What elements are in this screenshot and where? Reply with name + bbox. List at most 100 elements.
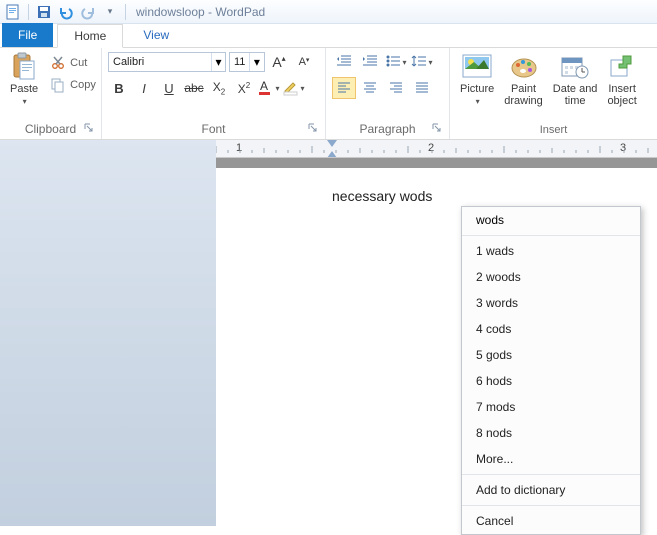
strikethrough-button[interactable]: abc (183, 77, 205, 99)
cut-label: Cut (70, 57, 87, 69)
align-left-icon (337, 81, 351, 96)
superscript-button[interactable]: X2 (233, 77, 255, 99)
outdent-icon (336, 54, 352, 71)
spellcheck-context-menu: wods 1 wads2 woods3 words4 cods5 gods6 h… (461, 206, 641, 535)
decrease-indent-button[interactable] (332, 51, 356, 73)
underline-icon: U (164, 81, 173, 96)
justify-icon (415, 81, 429, 96)
font-size-combo[interactable]: 11 ▾ (229, 52, 265, 72)
shrink-font-icon: A▾ (299, 56, 310, 68)
ctx-suggestion[interactable]: 4 cods (462, 316, 640, 342)
group-paragraph: ▾ ▾ Paragraph (326, 48, 450, 139)
ribbon-tabstrip: File Home View (0, 24, 657, 48)
workspace: 1 2 3 necessary wods wods 1 wads2 woods3… (0, 140, 657, 526)
palette-icon (510, 53, 538, 81)
grow-font-icon: A▴ (272, 54, 285, 70)
align-right-icon (389, 81, 403, 96)
align-right-button[interactable] (384, 77, 408, 99)
redo-icon[interactable] (79, 3, 97, 21)
justify-button[interactable] (410, 77, 434, 99)
tab-home[interactable]: Home (57, 24, 123, 48)
title-bar: ▾ windowsloop - WordPad (0, 0, 657, 24)
highlight-button[interactable]: ▾ (283, 77, 305, 99)
document-text[interactable]: necessary wods (332, 188, 432, 204)
insert-object-button[interactable]: Insert object (603, 51, 640, 109)
strikethrough-icon: abc (184, 81, 203, 95)
tab-view-label: View (143, 28, 169, 42)
ctx-separator (462, 235, 640, 236)
ctx-suggestion[interactable]: 6 hods (462, 368, 640, 394)
group-font-label: Font (108, 120, 319, 139)
ctx-more[interactable]: More... (462, 446, 640, 472)
ctx-separator (462, 474, 640, 475)
italic-icon: I (142, 81, 146, 96)
group-insert-label: Insert (456, 122, 651, 139)
bold-icon: B (114, 81, 123, 96)
chevron-down-icon: ▾ (211, 53, 225, 71)
grow-font-button[interactable]: A▴ (268, 51, 290, 73)
underline-button[interactable]: U (158, 77, 180, 99)
ribbon: Paste ▾ Cut Copy Clipboard Cal (0, 48, 657, 140)
save-icon[interactable] (35, 3, 53, 21)
superscript-icon: X2 (238, 81, 250, 96)
ctx-suggestion[interactable]: 8 nods (462, 420, 640, 446)
ctx-suggestion[interactable]: 2 woods (462, 264, 640, 290)
insert-picture-button[interactable]: Picture ▾ (456, 51, 498, 108)
line-spacing-button[interactable]: ▾ (410, 51, 434, 73)
paste-button[interactable]: Paste ▾ (6, 51, 42, 108)
indent-icon (362, 54, 378, 71)
picture-chevron-icon: ▾ (476, 97, 480, 106)
bullets-icon (385, 54, 401, 71)
group-paragraph-label: Paragraph (332, 120, 443, 139)
paragraph-launcher-icon[interactable] (431, 122, 443, 134)
ctx-suggestion[interactable]: 5 gods (462, 342, 640, 368)
group-insert: Picture ▾ Paint drawing Date and time In… (450, 48, 657, 139)
chevron-down-icon: ▾ (249, 53, 263, 71)
tab-view[interactable]: View (127, 23, 185, 47)
tab-home-label: Home (74, 29, 106, 43)
italic-button[interactable]: I (133, 77, 155, 99)
font-name-combo[interactable]: Calibri ▾ (108, 52, 226, 72)
clipboard-launcher-icon[interactable] (83, 122, 95, 134)
group-font: Calibri ▾ 11 ▾ A▴ A▾ B I U abc (102, 48, 326, 139)
insert-paint-drawing-button[interactable]: Paint drawing (500, 51, 547, 109)
picture-icon (463, 53, 491, 81)
bullets-button[interactable]: ▾ (384, 51, 408, 73)
bold-button[interactable]: B (108, 77, 130, 99)
ctx-add-to-dictionary[interactable]: Add to dictionary (462, 477, 640, 503)
qat-customize-chevron-icon[interactable]: ▾ (101, 3, 119, 21)
ruler[interactable]: 1 2 3 (216, 140, 657, 158)
shrink-font-button[interactable]: A▾ (293, 51, 315, 73)
highlight-icon (283, 79, 299, 98)
subscript-button[interactable]: X2 (208, 77, 230, 99)
ctx-cancel[interactable]: Cancel (462, 508, 640, 534)
font-color-button[interactable]: A▾ (258, 77, 280, 99)
font-launcher-icon[interactable] (307, 122, 319, 134)
paste-dropdown-icon: ▾ (23, 97, 27, 106)
ctx-suggestion[interactable]: 7 mods (462, 394, 640, 420)
line-spacing-icon (411, 54, 427, 71)
picture-label: Picture (460, 83, 494, 95)
align-left-button[interactable] (332, 77, 356, 99)
quick-access-toolbar: ▾ (4, 3, 128, 21)
window-title: windowsloop - WordPad (136, 5, 265, 19)
scissors-icon (50, 55, 66, 71)
ctx-separator (462, 505, 640, 506)
increase-indent-button[interactable] (358, 51, 382, 73)
undo-icon[interactable] (57, 3, 75, 21)
insert-date-time-button[interactable]: Date and time (549, 51, 602, 109)
date-time-label: Date and time (553, 83, 598, 107)
copy-label: Copy (70, 79, 96, 91)
insert-object-icon (608, 53, 636, 81)
ctx-suggestion[interactable]: 1 wads (462, 238, 640, 264)
app-icon[interactable] (4, 3, 22, 21)
tab-file[interactable]: File (2, 23, 53, 47)
align-center-button[interactable] (358, 77, 382, 99)
ctx-misspelled-word: wods (462, 207, 640, 233)
tab-file-label: File (18, 28, 37, 42)
clipboard-paste-icon (10, 53, 38, 81)
ctx-suggestion[interactable]: 3 words (462, 290, 640, 316)
copy-icon (50, 77, 66, 93)
insert-object-label: Insert object (607, 83, 636, 107)
paste-label: Paste (10, 83, 38, 95)
